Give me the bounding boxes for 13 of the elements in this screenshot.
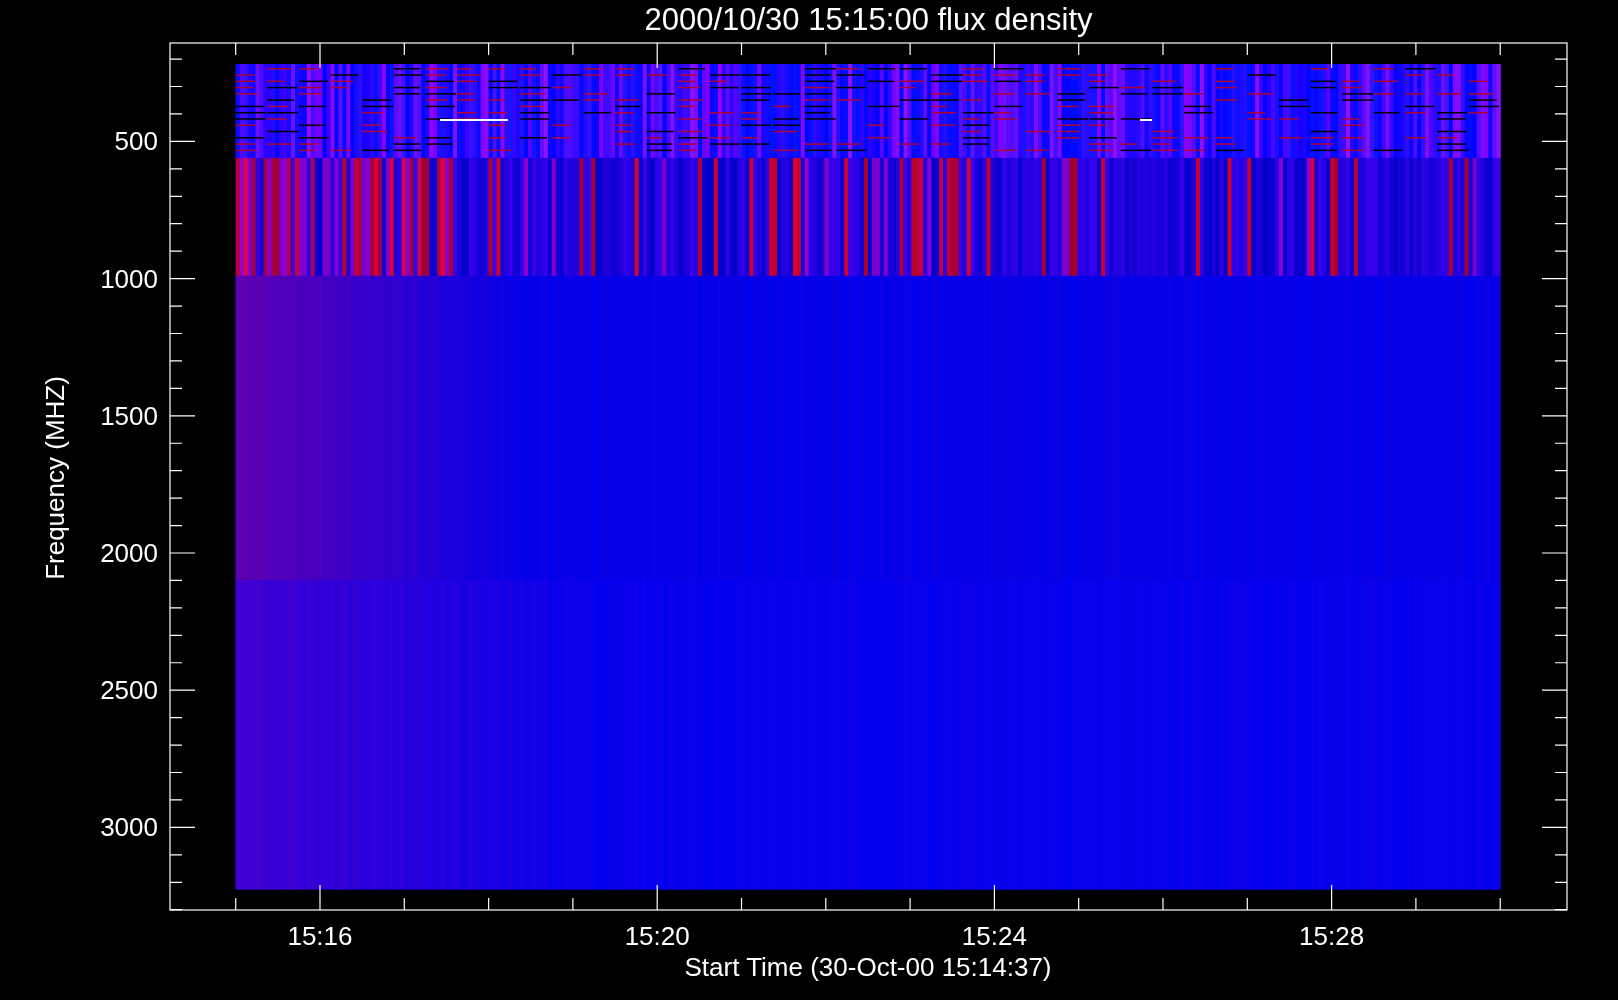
y-tick-label: 2500 bbox=[100, 675, 158, 706]
x-axis-label: Start Time (30-Oct-00 15:14:37) bbox=[684, 952, 1052, 982]
x-tick-label: 15:16 bbox=[287, 921, 353, 951]
y-axis-label: Frequency (MHZ) bbox=[40, 376, 70, 580]
x-tick-label: 15:28 bbox=[1299, 921, 1365, 951]
y-tick-label: 3000 bbox=[100, 812, 158, 843]
y-tick-label: 1500 bbox=[100, 400, 158, 431]
x-tick-label: 15:20 bbox=[624, 921, 690, 951]
plot-title: 2000/10/30 15:15:00 flux density bbox=[644, 2, 1093, 37]
y-tick-label: 2000 bbox=[100, 538, 158, 568]
y-tick-label: 1000 bbox=[100, 263, 158, 294]
y-tick-label: 500 bbox=[114, 126, 158, 157]
x-tick-label: 15:24 bbox=[961, 921, 1027, 951]
